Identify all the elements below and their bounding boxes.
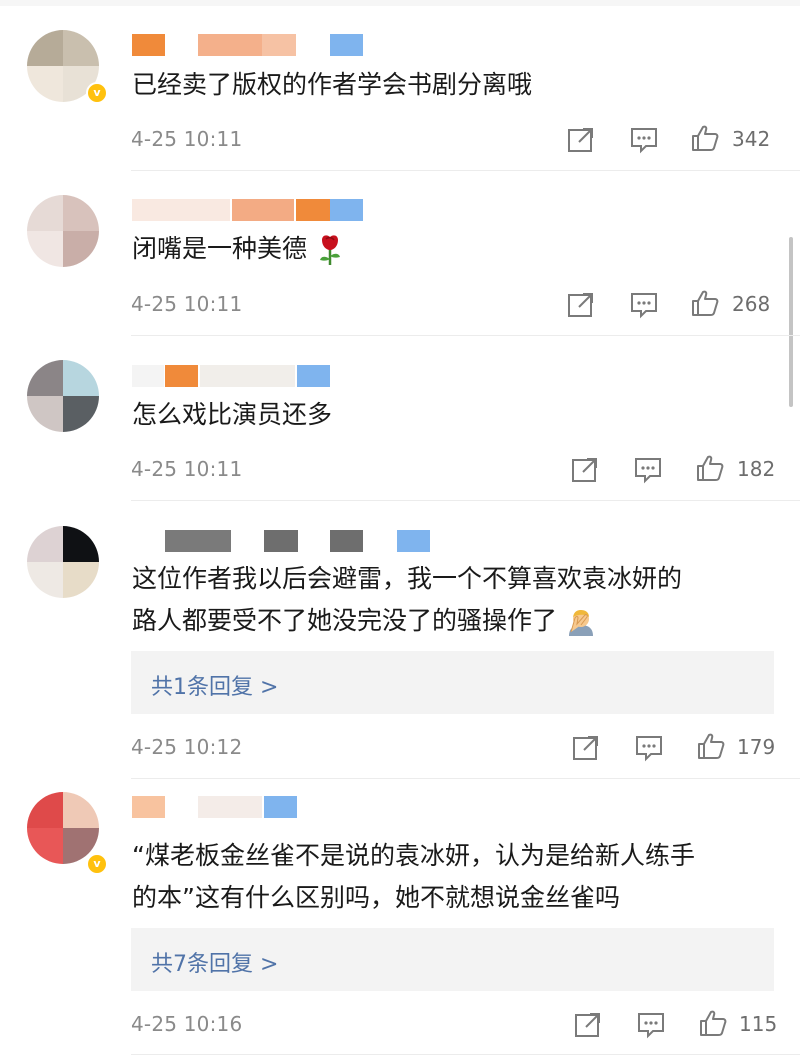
like-icon[interactable] (690, 123, 720, 153)
avatar[interactable] (27, 360, 99, 432)
share-icon[interactable] (573, 1010, 603, 1040)
reply-summary-box[interactable]: 共1条回复 > (131, 651, 774, 714)
share-icon[interactable] (566, 125, 596, 155)
comment-icon[interactable] (636, 1010, 666, 1040)
like-count: 342 (732, 127, 771, 151)
like-icon[interactable] (690, 288, 720, 318)
comment-divider (131, 1054, 800, 1055)
reply-summary-box[interactable]: 共7条回复 > (131, 928, 774, 991)
share-icon[interactable] (570, 455, 600, 485)
like-count: 268 (732, 292, 771, 316)
facepalm-emoji (568, 610, 593, 636)
avatar[interactable] (27, 526, 99, 598)
comment-icon[interactable] (629, 125, 659, 155)
like-icon[interactable] (695, 453, 725, 483)
like-count: 182 (737, 457, 776, 481)
share-icon[interactable] (571, 733, 601, 763)
comment-icon[interactable] (634, 733, 664, 763)
comment-divider (131, 335, 800, 336)
comment-text: 这位作者我以后会避雷，我一个不算喜欢袁冰妍的 路人都要受不了她没完没了的骚操作了 (132, 558, 682, 642)
scrollbar[interactable] (789, 237, 793, 407)
comment-divider (131, 778, 800, 779)
comment-divider (131, 500, 800, 501)
like-count: 115 (739, 1012, 778, 1036)
top-divider (0, 0, 800, 6)
comment-time: 4-25 10:11 (131, 292, 243, 316)
like-count: 179 (737, 735, 776, 759)
like-icon[interactable] (696, 731, 726, 761)
comment-divider (131, 170, 800, 171)
comment-time: 4-25 10:12 (131, 735, 243, 759)
comment-text: 已经卖了版权的作者学会书剧分离哦 (132, 70, 533, 99)
comment-time: 4-25 10:16 (131, 1012, 243, 1036)
comment-time: 4-25 10:11 (131, 457, 243, 481)
comment-time: 4-25 10:11 (131, 127, 243, 151)
comment-icon[interactable] (629, 290, 659, 320)
share-icon[interactable] (566, 290, 596, 320)
comment-text: 闭嘴是一种美德 (132, 228, 345, 270)
comment-text: 怎么戏比演员还多 (132, 400, 333, 429)
verified-badge-icon: v (86, 82, 108, 104)
comment-icon[interactable] (633, 455, 663, 485)
like-icon[interactable] (698, 1008, 728, 1038)
comment-text: “煤老板金丝雀不是说的袁冰妍，认为是给新人练手 的本”这有什么区别吗，她不就想说… (132, 841, 695, 912)
avatar[interactable] (27, 792, 99, 864)
view-replies-link[interactable]: 共1条回复 > (151, 669, 278, 701)
view-replies-link[interactable]: 共7条回复 > (151, 946, 278, 978)
verified-badge-icon: v (86, 853, 108, 875)
rose-emoji (319, 235, 340, 265)
avatar[interactable] (27, 195, 99, 267)
